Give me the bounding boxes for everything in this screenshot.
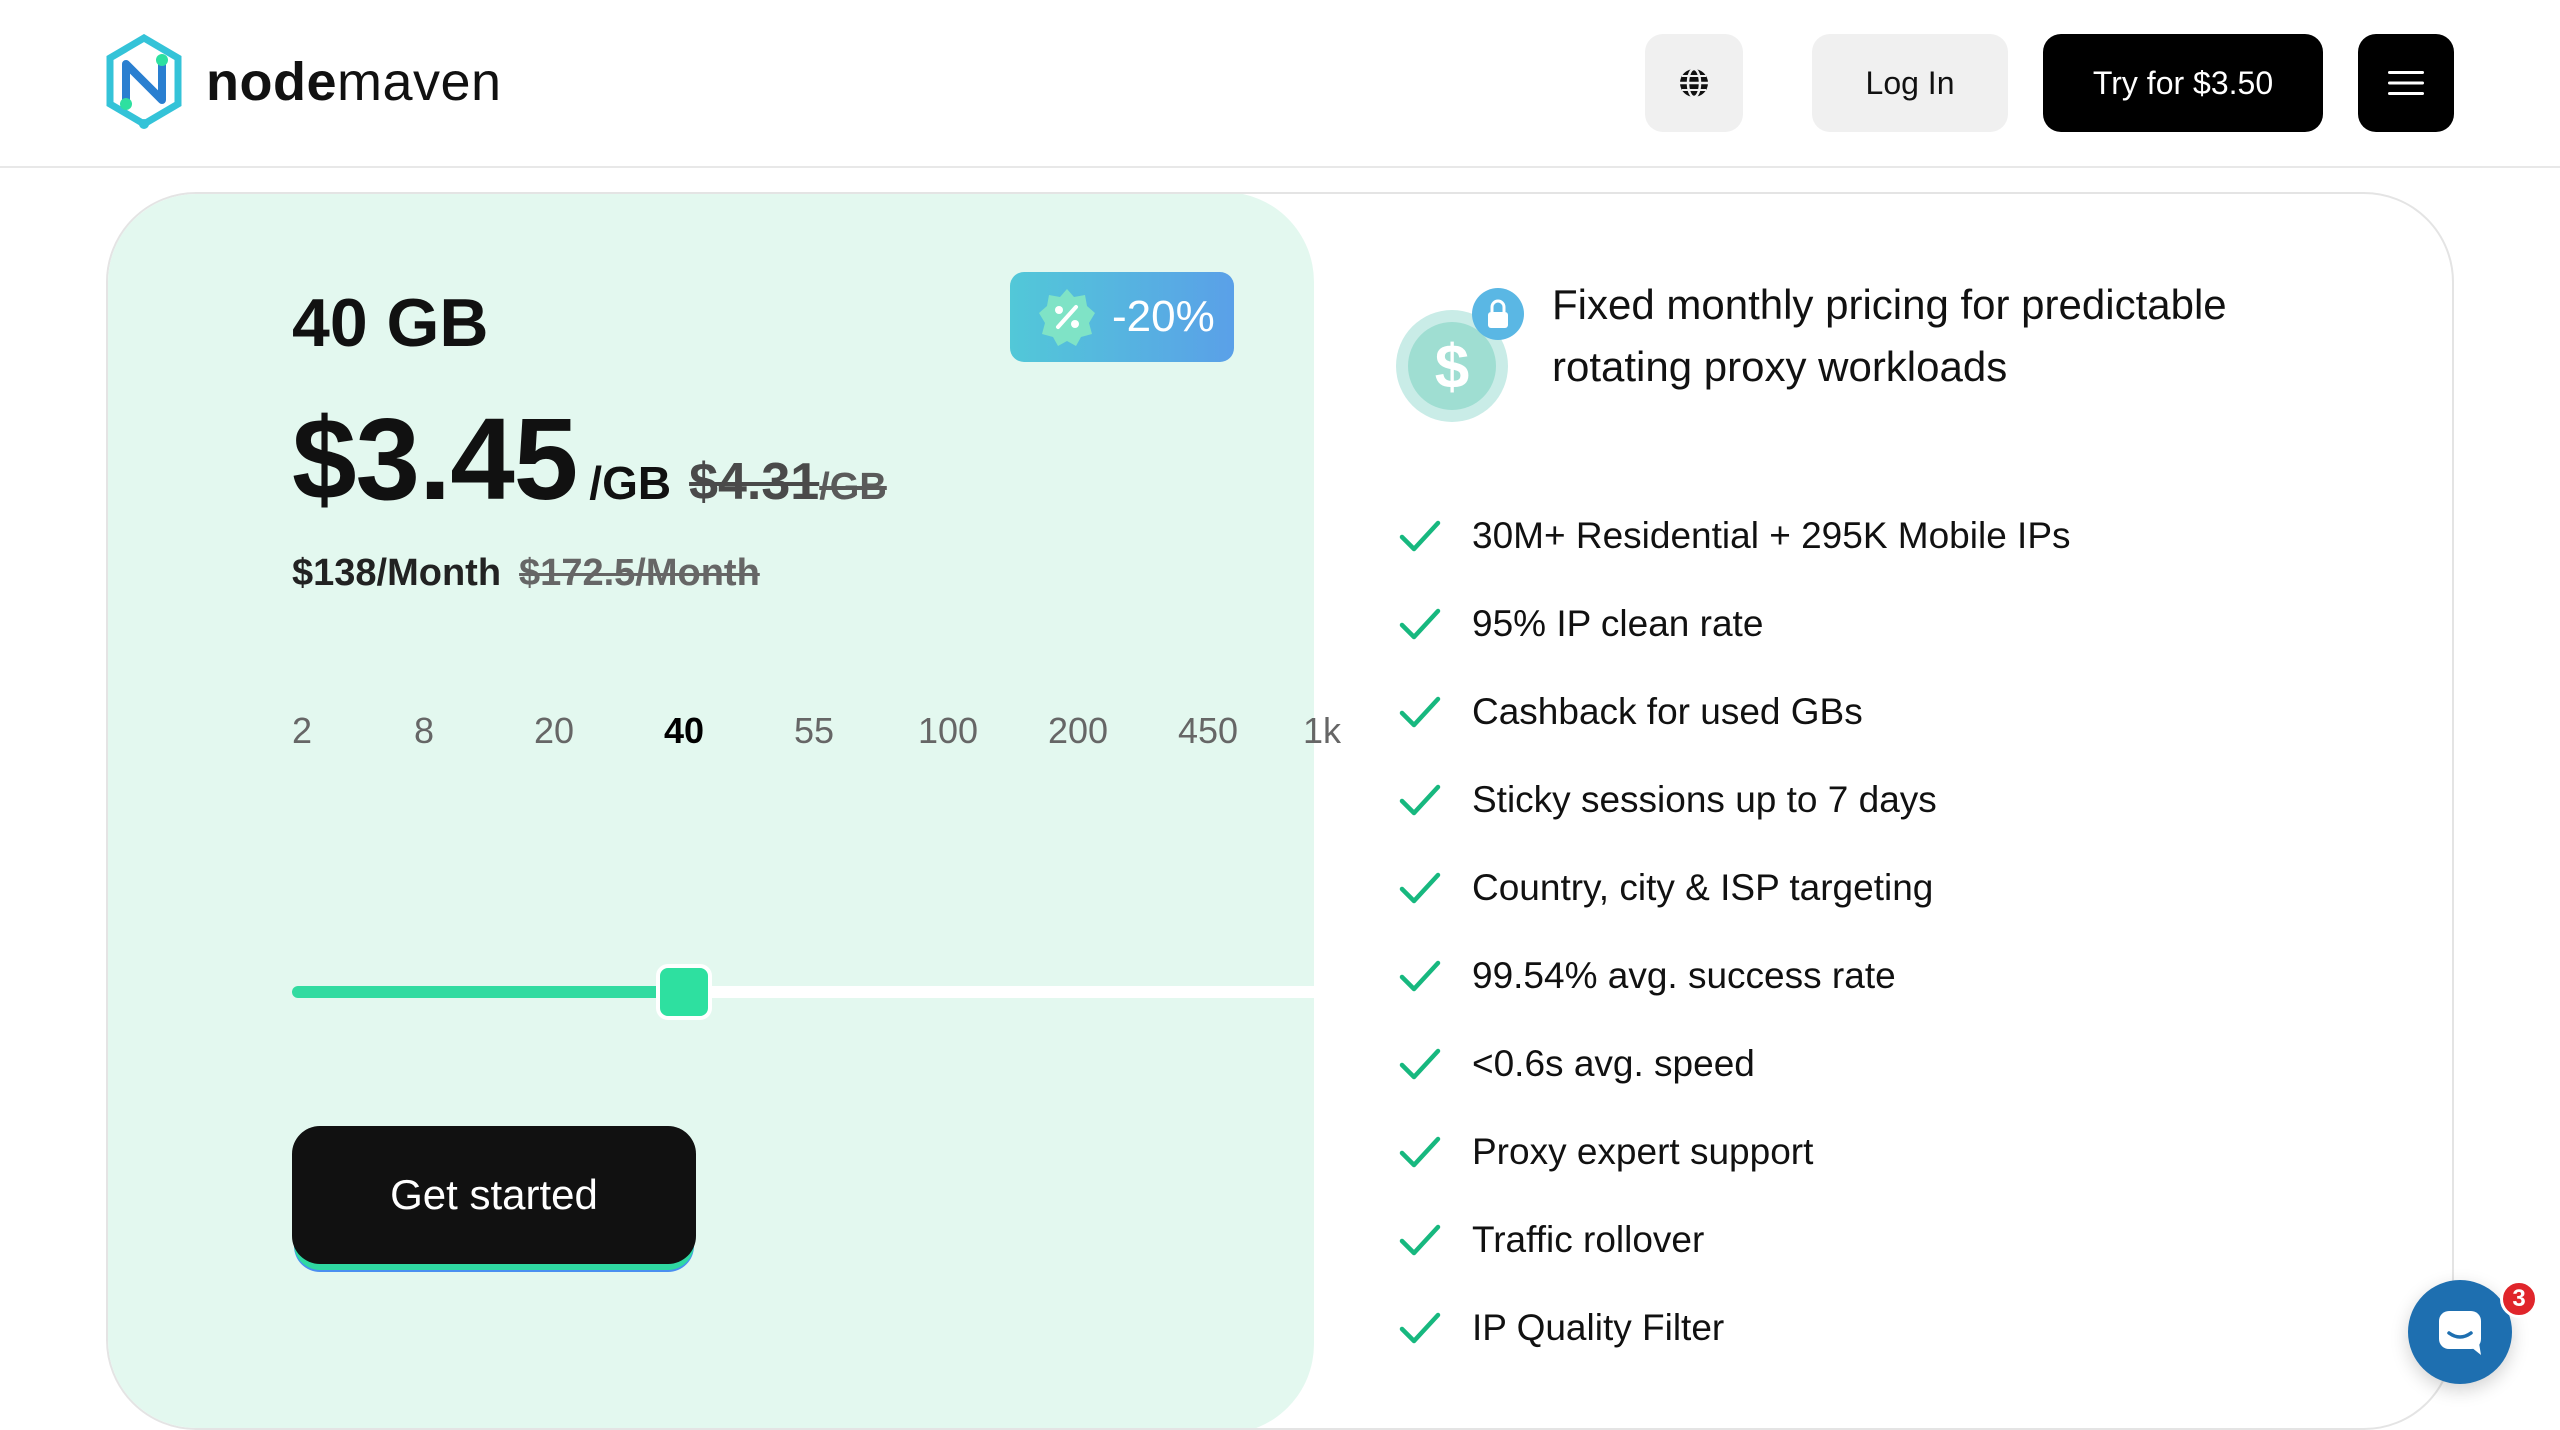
feature-text: 30M+ Residential + 295K Mobile IPs <box>1472 515 2071 556</box>
nodemaven-logo-icon <box>106 34 182 129</box>
price-unit: /GB <box>589 457 672 509</box>
monthly-price: $138/Month <box>292 552 502 594</box>
price-per-gb: $3.45 <box>292 394 578 524</box>
brand-name: nodemaven <box>206 51 502 113</box>
feature-text: Sticky sessions up to 7 days <box>1472 779 1937 820</box>
login-button[interactable]: Log In <box>1812 34 2008 132</box>
percent-tag-icon <box>1039 289 1095 346</box>
old-price: $4.31 <box>689 453 820 511</box>
language-button[interactable] <box>1645 34 1743 132</box>
old-price-unit: /GB <box>819 466 887 508</box>
hamburger-menu-icon <box>2388 71 2424 95</box>
feature-text: Cashback for used GBs <box>1472 691 1863 732</box>
feature-text: Traffic rollover <box>1472 1219 1705 1260</box>
slider-option[interactable]: 40 <box>664 710 704 752</box>
check-icon <box>1399 1224 1441 1256</box>
menu-button[interactable] <box>2358 34 2454 132</box>
feature-text: <0.6s avg. speed <box>1472 1043 1755 1084</box>
slider-option[interactable]: 8 <box>414 710 434 752</box>
monthly-price-row: $138/Month $172.5/Month <box>292 552 760 595</box>
old-monthly-price: $172.5/Month <box>519 552 760 594</box>
feature-item: Cashback for used GBs <box>1398 668 2071 756</box>
slider-option[interactable]: 55 <box>794 710 834 752</box>
slider-option[interactable]: 100 <box>918 710 978 752</box>
feature-text: 99.54% avg. success rate <box>1472 955 1896 996</box>
plan-panel: 40 GB -20% $3.45 /GB $4.31/GB $138/Month… <box>108 194 1341 1428</box>
chat-launcher-button[interactable] <box>2408 1280 2512 1384</box>
feature-text: 95% IP clean rate <box>1472 603 1764 644</box>
feature-item: Country, city & ISP targeting <box>1398 844 2071 932</box>
feature-item: IP Quality Filter <box>1398 1284 2071 1372</box>
check-icon <box>1399 784 1441 816</box>
feature-item: Traffic rollover <box>1398 1196 2071 1284</box>
slider-option[interactable]: 2 <box>292 710 312 752</box>
globe-icon <box>1680 67 1708 99</box>
slider-option[interactable]: 20 <box>534 710 574 752</box>
check-icon <box>1399 1048 1441 1080</box>
brand-logo[interactable]: nodemaven <box>104 34 502 130</box>
get-started-button[interactable]: Get started <box>292 1126 696 1264</box>
feature-text: Proxy expert support <box>1472 1131 1814 1172</box>
discount-value: -20% <box>1112 292 1215 341</box>
slider-thumb[interactable] <box>656 964 712 1020</box>
site-header: nodemaven Log In Try for $3.50 <box>0 0 2560 168</box>
gb-slider[interactable] <box>292 964 1340 1020</box>
slider-fill <box>292 986 684 998</box>
svg-text:$: $ <box>1435 333 1469 402</box>
headline: Fixed monthly pricing for predictable ro… <box>1552 281 2227 390</box>
discount-badge: -20% <box>1010 272 1234 362</box>
check-icon <box>1399 960 1441 992</box>
dollar-coin-icon: $ <box>1396 288 1524 422</box>
pricing-card: 40 GB -20% $3.45 /GB $4.31/GB $138/Month… <box>106 192 2454 1430</box>
check-icon <box>1399 1312 1441 1344</box>
feature-item: 99.54% avg. success rate <box>1398 932 2071 1020</box>
feature-item: Sticky sessions up to 7 days <box>1398 756 2071 844</box>
feature-text: IP Quality Filter <box>1472 1307 1725 1348</box>
brand-name-light: maven <box>337 52 502 112</box>
price-row: $3.45 /GB $4.31/GB <box>292 392 887 526</box>
feature-list: 30M+ Residential + 295K Mobile IPs 95% IP… <box>1398 492 2071 1372</box>
check-icon <box>1399 872 1441 904</box>
slider-option[interactable]: 450 <box>1178 710 1238 752</box>
feature-item: 95% IP clean rate <box>1398 580 2071 668</box>
feature-item: <0.6s avg. speed <box>1398 1020 2071 1108</box>
slider-option[interactable]: 1k <box>1303 710 1341 752</box>
try-button[interactable]: Try for $3.50 <box>2043 34 2323 132</box>
chat-unread-badge: 3 <box>2500 1280 2538 1318</box>
slider-option[interactable]: 200 <box>1048 710 1108 752</box>
check-icon <box>1399 1136 1441 1168</box>
chat-icon <box>2439 1311 2481 1355</box>
check-icon <box>1399 608 1441 640</box>
check-icon <box>1399 520 1441 552</box>
feature-item: Proxy expert support <box>1398 1108 2071 1196</box>
check-icon <box>1399 696 1441 728</box>
feature-item: 30M+ Residential + 295K Mobile IPs <box>1398 492 2071 580</box>
feature-text: Country, city & ISP targeting <box>1472 867 1934 908</box>
slider-tick-labels: 2 8 20 40 55 100 200 450 1k <box>282 710 1346 760</box>
brand-name-bold: node <box>206 52 337 112</box>
plan-size: 40 GB <box>292 285 489 361</box>
